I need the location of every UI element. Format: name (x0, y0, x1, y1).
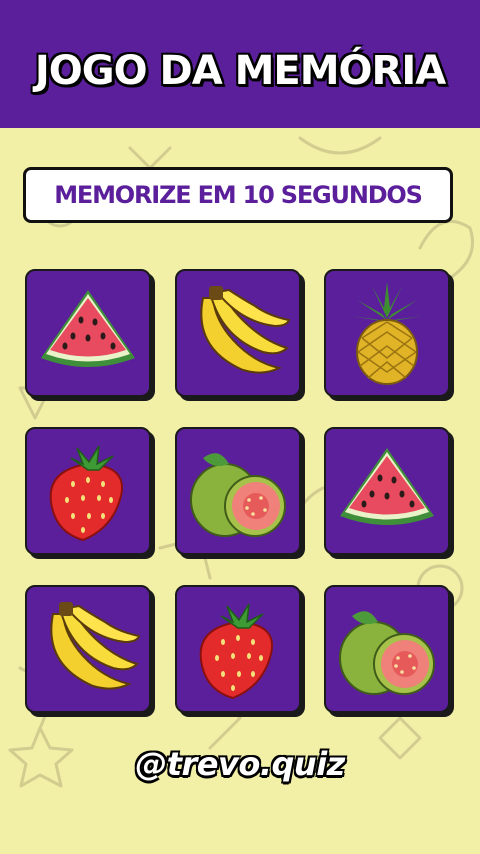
guava-icon (339, 611, 435, 695)
instruction-banner: MEMORIZE EM 10 SEGUNDOS (23, 167, 453, 223)
memory-card-3[interactable] (324, 269, 450, 397)
watermelon-icon (340, 448, 434, 525)
memory-card-2[interactable] (175, 269, 301, 397)
banana-icon (50, 602, 141, 690)
banana-icon (200, 286, 291, 374)
instruction-text: MEMORIZE EM 10 SEGUNDOS (54, 181, 423, 209)
pineapple-icon (352, 282, 422, 385)
memory-card-8[interactable] (175, 585, 301, 713)
memory-card-5[interactable] (175, 427, 301, 555)
strawberry-icon (49, 445, 124, 542)
memory-card-7[interactable] (25, 585, 151, 713)
memory-card-6[interactable] (324, 427, 450, 555)
strawberry-icon (199, 603, 274, 700)
guava-icon (190, 453, 286, 537)
watermelon-icon (41, 290, 135, 367)
page-title: JOGO DA MEMÓRIA (34, 48, 446, 94)
memory-card-9[interactable] (324, 585, 450, 713)
memory-card-1[interactable] (25, 269, 151, 397)
header-bar: JOGO DA MEMÓRIA (0, 0, 480, 128)
creator-handle: @trevo.quiz (135, 745, 345, 783)
memory-card-4[interactable] (25, 427, 151, 555)
